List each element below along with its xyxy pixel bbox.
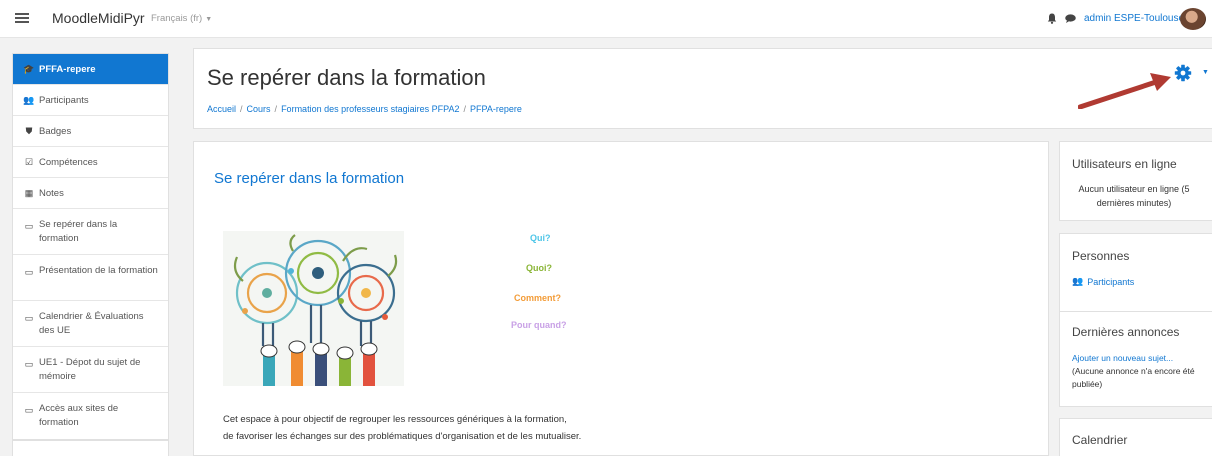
drawer-secondary-list	[12, 440, 169, 456]
block-title: Utilisateurs en ligne	[1072, 157, 1177, 171]
nav-item-label: Calendrier & Évaluations des UE	[39, 311, 144, 336]
nav-item-label: Accès aux sites de formation	[39, 403, 119, 428]
nav-item-label: Compétences	[39, 156, 98, 168]
gear-icon[interactable]	[1174, 64, 1192, 82]
nav-item-course[interactable]: 🎓 PFFA-repere	[13, 54, 168, 85]
online-users-block: Utilisateurs en ligne Aucun utilisateur …	[1059, 141, 1212, 221]
nav-item-label: Badges	[39, 125, 72, 137]
chat-icon[interactable]	[1065, 14, 1076, 23]
nav-item-section-1[interactable]: ▭ Se repérer dans la formation	[13, 209, 168, 255]
news-block: Dernières annonces Ajouter un nouveau su…	[1059, 311, 1212, 407]
annotation-arrow-icon	[1078, 73, 1171, 109]
course-content: Se repérer dans la formation Qui? Quoi? …	[193, 141, 1049, 456]
section-description: Cet espace à pour objectif de regrouper …	[223, 411, 581, 445]
question-who: Qui?	[530, 233, 551, 243]
add-topic-link[interactable]: Ajouter un nouveau sujet...	[1072, 353, 1173, 363]
nav-item-section-5[interactable]: ▭ Accès aux sites de formation	[13, 393, 168, 439]
nav-item-label: Participants	[39, 94, 89, 106]
graduation-cap-icon: 🎓	[23, 63, 35, 74]
language-selector[interactable]: Français (fr) ▼	[151, 13, 212, 24]
calendar-block: Calendrier	[1059, 418, 1212, 456]
participants-link-label: Participants	[1087, 276, 1135, 287]
nav-item-section-4[interactable]: ▭ UE1 - Dépot du sujet de mémoire	[13, 347, 168, 393]
breadcrumb-separator: /	[463, 104, 466, 114]
question-what: Quoi?	[526, 263, 552, 273]
description-line: de favoriser les échanges sur des problé…	[223, 431, 582, 442]
check-square-icon: ☑	[24, 156, 34, 167]
nav-item-notes[interactable]: ▦ Notes	[13, 178, 168, 209]
people-block: Personnes 👥 Participants	[1059, 233, 1212, 313]
nav-item-label: Notes	[39, 187, 64, 199]
lightbulb-hands-illustration	[223, 231, 404, 386]
breadcrumb-home[interactable]: Accueil	[207, 104, 236, 114]
nav-item-section-3[interactable]: ▭ Calendrier & Évaluations des UE	[13, 301, 168, 347]
folder-icon: ▭	[24, 359, 34, 369]
breadcrumb-separator: /	[240, 104, 243, 114]
shield-icon: ⛊	[25, 125, 33, 136]
page-title: Se repérer dans la formation	[207, 65, 486, 90]
users-icon: 👥	[23, 94, 35, 105]
nav-item-participants[interactable]: 👥 Participants	[13, 85, 168, 116]
folder-icon: ▭	[24, 405, 34, 415]
caret-down-icon[interactable]: ▼	[1202, 69, 1209, 76]
block-title: Dernières annonces	[1072, 325, 1180, 339]
breadcrumb-courses[interactable]: Cours	[247, 104, 271, 114]
nav-item-competences[interactable]: ☑ Compétences	[13, 147, 168, 178]
nav-drawer: 🎓 PFFA-repere 👥 Participants ⛊ Badges ☑ Comp…	[0, 38, 180, 456]
breadcrumb: Accueil / Cours / Formation des professeurs …	[207, 104, 522, 114]
folder-icon: ▭	[24, 221, 34, 231]
online-users-text: Aucun utilisateur en ligne (5 dernières …	[1078, 184, 1190, 208]
user-menu-name[interactable]: admin ESPE-Toulouse	[1084, 13, 1184, 24]
breadcrumb-course[interactable]: PFPA-repere	[470, 104, 522, 114]
page-header: Se repérer dans la formation Accueil / Cou…	[193, 48, 1212, 129]
site-name[interactable]: MoodleMidiPyr	[52, 10, 145, 26]
participants-link[interactable]: 👥 Participants	[1072, 276, 1134, 287]
news-empty-text: (Aucune annonce n'a encore été publiée)	[1072, 366, 1195, 389]
folder-icon: ▭	[24, 267, 34, 277]
users-icon: 👥	[1072, 276, 1084, 286]
caret-down-icon: ▼	[205, 16, 213, 23]
block-title: Calendrier	[1072, 433, 1128, 447]
table-icon: ▦	[24, 187, 34, 198]
avatar[interactable]	[1180, 8, 1206, 30]
nav-item-label: PFFA-repere	[39, 63, 96, 75]
folder-icon: ▭	[24, 313, 34, 323]
language-label: Français (fr)	[151, 13, 203, 24]
hamburger-menu-icon[interactable]	[15, 11, 29, 25]
nav-list: 🎓 PFFA-repere 👥 Participants ⛊ Badges ☑ Comp…	[12, 53, 169, 440]
nav-item-section-2[interactable]: ▭ Présentation de la formation	[13, 255, 168, 301]
section-title: Se repérer dans la formation	[214, 170, 405, 187]
nav-item-badges[interactable]: ⛊ Badges	[13, 116, 168, 147]
bell-icon[interactable]	[1047, 13, 1057, 24]
breadcrumb-separator: /	[274, 104, 278, 114]
breadcrumb-category[interactable]: Formation des professeurs stagiaires PFP…	[281, 104, 459, 114]
top-navbar: MoodleMidiPyr Français (fr) ▼ admin ESPE-…	[0, 0, 1212, 38]
description-line: Cet espace à pour objectif de regrouper …	[223, 414, 567, 425]
block-title: Personnes	[1072, 249, 1130, 263]
nav-item-label: UE1 - Dépot du sujet de mémoire	[39, 357, 141, 382]
nav-item-label: Présentation de la formation	[39, 265, 158, 276]
nav-item-label: Se repérer dans la formation	[39, 219, 118, 244]
question-when: Pour quand?	[511, 320, 567, 330]
question-how: Comment?	[514, 293, 561, 303]
